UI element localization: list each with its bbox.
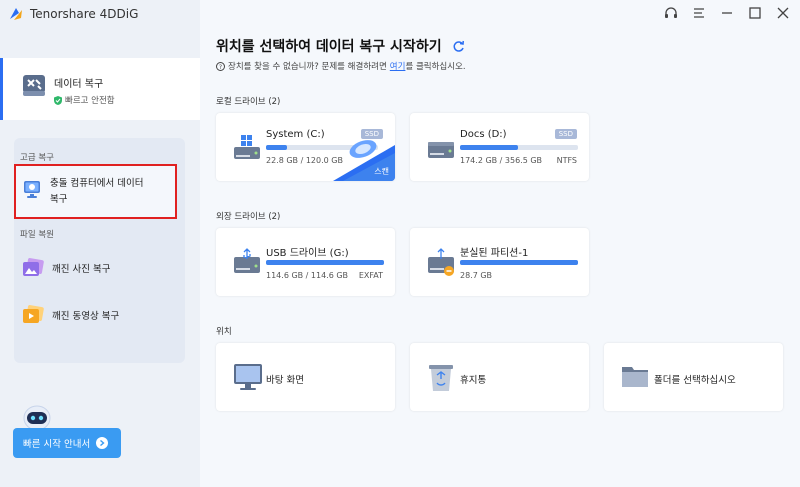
- drive-filesystem: EXFAT: [358, 271, 383, 280]
- drive-size: 174.2 GB / 356.5 GB: [460, 156, 543, 165]
- drive-card-d[interactable]: Docs (D:) SSD 174.2 GB / 356.5 GB NTFS: [410, 113, 589, 181]
- drive-size: 114.6 GB / 114.6 GB: [266, 271, 349, 280]
- external-drives-label: 외장 드라이브 (2): [216, 212, 281, 222]
- ssd-badge: SSD: [554, 129, 577, 139]
- minimize-icon[interactable]: [720, 6, 734, 20]
- sidebar-item-data-recovery[interactable]: 데이터 복구 빠르고 안전함: [22, 74, 115, 106]
- crashed-pc-icon: [24, 181, 40, 198]
- drive-usage-bar: [266, 260, 384, 265]
- drive-size: 28.7 GB: [460, 271, 493, 280]
- help-suffix: 를 클릭하십시오.: [405, 62, 466, 72]
- shield-check-icon: [54, 95, 62, 105]
- drive-card-c[interactable]: System (C:) SSD 22.8 GB / 120.0 GB 스캔: [216, 113, 395, 181]
- location-name: 바탕 화면: [266, 375, 304, 386]
- drive-size: 22.8 GB / 120.0 GB: [266, 156, 343, 165]
- sidebar-item-crash-recovery[interactable]: 충돌 컴퓨터에서 데이터 복구: [22, 176, 143, 208]
- menu-icon[interactable]: [692, 6, 706, 20]
- arrow-right-icon: [96, 437, 109, 449]
- folder-icon: [622, 367, 648, 387]
- crash-recovery-label-1: 충돌 컴퓨터에서 데이터: [50, 178, 144, 189]
- help-link[interactable]: 여기: [390, 60, 406, 72]
- scan-label[interactable]: 스캔: [374, 166, 389, 177]
- close-icon[interactable]: [776, 6, 790, 20]
- sidebar-item-video-repair[interactable]: 깨진 동영상 복구: [22, 305, 119, 325]
- usb-drive-icon: [234, 248, 260, 273]
- refresh-icon[interactable]: [452, 40, 465, 53]
- sidebar-item-photo-repair[interactable]: 깨진 사진 복구: [22, 258, 110, 278]
- drive-usage-bar: [460, 145, 578, 150]
- sidebar-item-sub-text: 빠르고 안전함: [65, 96, 115, 106]
- location-name: 폴더를 선택하십시오: [654, 375, 736, 386]
- drive-usage-fill: [266, 260, 384, 265]
- windows-drive-icon: [234, 135, 260, 159]
- brand: Tenorshare 4DDiG: [8, 6, 138, 22]
- drive-name: Docs (D:): [460, 129, 507, 140]
- photo-icon: [23, 258, 44, 276]
- drive-name: USB 드라이브 (G:): [266, 248, 349, 259]
- app-logo-icon: [10, 8, 22, 20]
- sidebar: Tenorshare 4DDiG 데이터 복구 빠르고 안전함 고급 복구 충돌…: [0, 0, 200, 487]
- sidebar-item-label: 데이터 복구: [54, 79, 104, 90]
- question-circle-icon: ?: [216, 61, 225, 71]
- video-icon: [23, 305, 44, 323]
- drive-card-usb[interactable]: USB 드라이브 (G:) 114.6 GB / 114.6 GB EXFAT: [216, 228, 395, 296]
- drive-card-lost-partition[interactable]: 분실된 파티션-1 28.7 GB: [410, 228, 589, 296]
- local-drives-label: 로컬 드라이브 (2): [216, 97, 281, 107]
- location-name: 휴지통: [460, 375, 487, 386]
- lost-partition-icon: [428, 248, 454, 276]
- location-card-select-folder[interactable]: 폴더를 선택하십시오: [604, 343, 783, 411]
- crash-recovery-label-2: 복구: [50, 194, 68, 205]
- quick-start-button[interactable]: 빠른 시작 안내서: [13, 428, 121, 458]
- location-card-recycle-bin[interactable]: 휴지통: [410, 343, 589, 411]
- drive-filesystem: NTFS: [556, 156, 577, 165]
- maximize-icon[interactable]: [748, 6, 762, 20]
- recycle-bin-icon: [429, 365, 453, 391]
- drive-name: System (C:): [266, 129, 325, 140]
- advanced-label: 고급 복구: [20, 153, 54, 163]
- quick-start-label: 빠른 시작 안내서: [23, 439, 91, 450]
- location-card-desktop[interactable]: 바탕 화면: [216, 343, 395, 411]
- help-prefix: 장치를 찾을 수 없습니까? 문제를 해결하려면: [228, 62, 387, 72]
- drive-name: 분실된 파티션-1: [460, 248, 529, 259]
- page-title-text: 위치를 선택하여 데이터 복구 시작하기: [216, 39, 442, 55]
- help-line: ? 장치를 찾을 수 없습니까? 문제를 해결하려면 여기 를 클릭하십시오.: [216, 60, 466, 72]
- drive-usage-bar: [460, 260, 578, 265]
- window-controls: [664, 6, 790, 20]
- headset-icon[interactable]: [664, 6, 678, 20]
- page-title: 위치를 선택하여 데이터 복구 시작하기: [216, 36, 465, 56]
- svg-text:?: ?: [219, 64, 222, 71]
- locations-label: 위치: [216, 327, 232, 337]
- tools-icon: [23, 75, 45, 96]
- sidebar-item-sub: 빠르고 안전함: [54, 94, 115, 106]
- app-name: Tenorshare 4DDiG: [30, 7, 139, 21]
- video-repair-label: 깨진 동영상 복구: [52, 311, 120, 322]
- drive-usage-fill: [460, 260, 578, 265]
- drive-usage-fill: [266, 145, 288, 150]
- photo-repair-label: 깨진 사진 복구: [52, 264, 111, 275]
- file-repair-label: 파일 복원: [20, 230, 54, 240]
- monitor-icon: [234, 364, 262, 390]
- hard-drive-icon: [428, 142, 454, 158]
- drive-usage-fill: [460, 145, 518, 150]
